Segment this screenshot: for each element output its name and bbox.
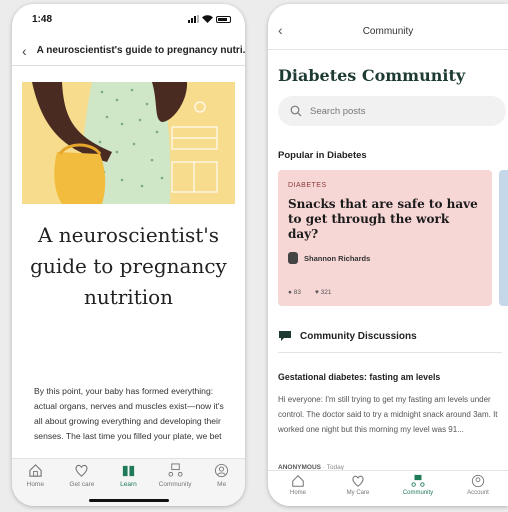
community-header: ‹ Community xyxy=(268,14,508,50)
article-body: By this point, your baby has formed ever… xyxy=(34,386,224,441)
back-chevron-icon[interactable]: ‹ xyxy=(22,43,27,59)
popular-post-card[interactable]: DIABETES Snacks that are safe to have to… xyxy=(278,170,492,306)
user-icon xyxy=(215,463,229,478)
bottom-tab-bar: Home My Care Community Account xyxy=(268,470,508,506)
comment-icon: ● xyxy=(288,289,292,296)
header-title: A neuroscientist's guide to pregnancy nu… xyxy=(36,45,245,56)
likes-count: ♥ 321 xyxy=(314,289,332,296)
signal-icon xyxy=(188,15,199,23)
discussion-body: Hi everyone: I'm still trying to get my … xyxy=(278,395,498,434)
search-placeholder: Search posts xyxy=(310,105,366,117)
chat-bubble-icon xyxy=(279,331,291,341)
home-icon xyxy=(292,475,304,487)
wifi-icon xyxy=(202,15,213,23)
post-stats: ● 83 ♥ 321 xyxy=(288,289,332,296)
article-header: ‹ A neuroscientist's guide to pregnancy … xyxy=(12,36,245,66)
next-post-card[interactable] xyxy=(499,170,508,306)
home-icon xyxy=(29,464,42,477)
heart-icon: ♥ xyxy=(314,289,319,296)
user-icon xyxy=(471,474,485,488)
post-author: Shannon Richards xyxy=(288,252,482,264)
popular-heading: Popular in Diabetes xyxy=(278,150,367,161)
status-bar: 1:48 xyxy=(32,12,231,26)
learn-screen: 1:48 ‹ A neuroscientist's guide to pregn… xyxy=(12,4,245,506)
battery-icon xyxy=(216,15,231,23)
article-title: A neuroscientist's guide to pregnancy nu… xyxy=(30,223,227,309)
article-hero-illustration xyxy=(22,82,235,204)
discussions-heading: Community Discussions xyxy=(278,330,502,353)
tab-home[interactable]: Home xyxy=(277,474,319,506)
heart-icon xyxy=(75,464,88,477)
community-icon xyxy=(411,474,425,487)
home-indicator[interactable] xyxy=(88,499,169,502)
avatar xyxy=(288,252,298,264)
tab-my-care[interactable]: My Care xyxy=(337,474,379,506)
tab-home[interactable]: Home xyxy=(14,463,56,506)
comments-count: ● 83 xyxy=(288,289,301,296)
post-tag: DIABETES xyxy=(288,182,327,189)
discussion-title[interactable]: Gestational diabetes: fasting am levels xyxy=(278,372,440,382)
search-icon xyxy=(290,105,302,117)
community-icon xyxy=(168,463,183,477)
search-input[interactable]: Search posts xyxy=(278,96,506,126)
back-chevron-icon[interactable]: ‹ xyxy=(278,22,283,38)
tab-community[interactable]: Community xyxy=(397,474,439,506)
community-screen: ‹ Community Diabetes Community Search po… xyxy=(268,4,508,506)
status-time: 1:48 xyxy=(32,13,53,25)
page-title: Diabetes Community xyxy=(278,66,466,85)
book-icon xyxy=(122,465,135,477)
tab-me[interactable]: Me xyxy=(201,463,243,506)
tab-account[interactable]: Account xyxy=(457,474,499,506)
heart-icon xyxy=(352,475,364,487)
post-title: Snacks that are safe to have to get thro… xyxy=(288,197,478,241)
header-title: Community xyxy=(362,26,414,37)
